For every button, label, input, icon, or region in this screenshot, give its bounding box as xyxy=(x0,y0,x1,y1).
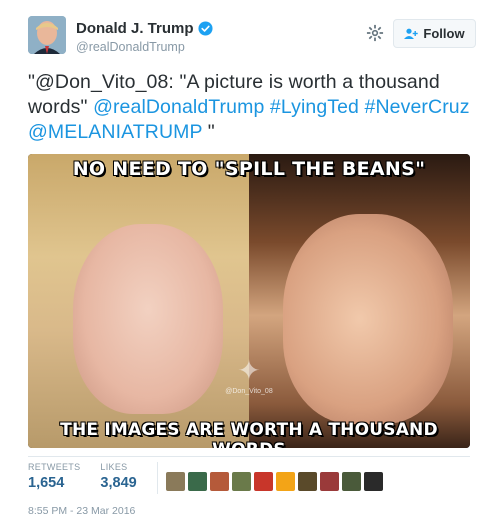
liker-avatar[interactable] xyxy=(363,472,383,491)
watermark-text: @Don_Vito_08 xyxy=(225,388,273,395)
liker-avatar[interactable] xyxy=(341,472,361,491)
media-right-face xyxy=(283,214,453,424)
media-watermark: ✦ @Don_Vito_08 xyxy=(224,354,274,414)
tweet-text-link[interactable]: #NeverCruz xyxy=(365,96,470,118)
watermark-bird-icon: ✦ xyxy=(237,355,261,386)
liker-avatar[interactable] xyxy=(209,472,229,491)
likes-stat[interactable]: LIKES 3,849 xyxy=(100,462,136,498)
tweet-text: "@Don_Vito_08: "A picture is worth a tho… xyxy=(28,70,478,145)
retweets-stat[interactable]: RETWEETS 1,654 xyxy=(28,462,80,498)
liker-avatar[interactable] xyxy=(187,472,207,491)
follow-button-label: Follow xyxy=(423,26,465,41)
tweet-header: Donald J. Trump @realDonaldTrump Follow xyxy=(28,16,478,62)
avatar[interactable] xyxy=(28,16,66,54)
add-user-icon xyxy=(404,28,419,39)
liker-avatars xyxy=(165,465,383,498)
divider xyxy=(28,456,470,457)
retweets-label: RETWEETS xyxy=(28,462,81,472)
media-bottom-caption: THE IMAGES ARE WORTH A THOUSAND WORDS xyxy=(60,420,438,448)
media-top-caption: NO NEED TO "SPILL THE BEANS" xyxy=(72,158,426,180)
liker-avatar[interactable] xyxy=(319,472,339,491)
liker-avatar[interactable] xyxy=(165,472,185,491)
user-handle[interactable]: @realDonaldTrump xyxy=(76,40,213,54)
verified-badge-icon xyxy=(197,21,213,36)
liker-avatar[interactable] xyxy=(253,472,273,491)
follow-button[interactable]: Follow xyxy=(393,19,476,48)
display-name-text[interactable]: Donald J. Trump xyxy=(76,20,194,37)
tweet-text-link[interactable]: @realDonaldTrump xyxy=(93,96,264,118)
retweets-count[interactable]: 1,654 xyxy=(28,475,80,491)
tweet-text-link[interactable]: @MELANIATRUMP xyxy=(28,121,202,143)
media-left-face xyxy=(73,224,223,414)
tweet-timestamp[interactable]: 8:55 PM - 23 Mar 2016 xyxy=(28,505,135,517)
tweet-stats: RETWEETS 1,654 LIKES 3,849 xyxy=(28,462,383,498)
liker-avatar[interactable] xyxy=(297,472,317,491)
tweet-text-link[interactable]: #LyingTed xyxy=(270,96,359,118)
liker-avatar[interactable] xyxy=(275,472,295,491)
likes-count[interactable]: 3,849 xyxy=(100,475,136,491)
likes-label: LIKES xyxy=(100,462,128,472)
tweet-media-image[interactable]: NO NEED TO "SPILL THE BEANS" ✦ @Don_Vito… xyxy=(28,154,470,448)
name-block: Donald J. Trump @realDonaldTrump xyxy=(76,20,213,54)
avatar-image xyxy=(28,16,66,54)
tweet-text-segment: " xyxy=(202,121,215,143)
stats-separator xyxy=(156,462,158,494)
gear-icon[interactable] xyxy=(366,24,384,42)
display-name[interactable]: Donald J. Trump xyxy=(76,20,213,37)
liker-avatar[interactable] xyxy=(231,472,251,491)
